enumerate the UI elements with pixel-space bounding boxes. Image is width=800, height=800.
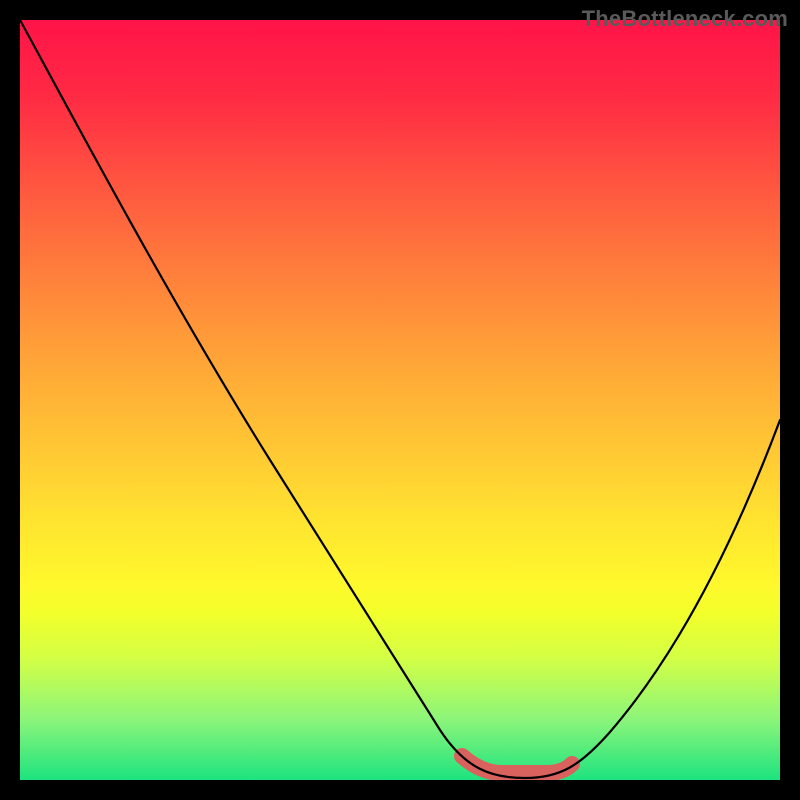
chart-frame: TheBottleneck.com xyxy=(0,0,800,800)
curve-svg xyxy=(20,20,780,780)
watermark-text: TheBottleneck.com xyxy=(582,6,788,32)
gradient-plot-area xyxy=(20,20,780,780)
highlight-segment xyxy=(462,756,572,773)
bottleneck-curve xyxy=(20,20,780,778)
